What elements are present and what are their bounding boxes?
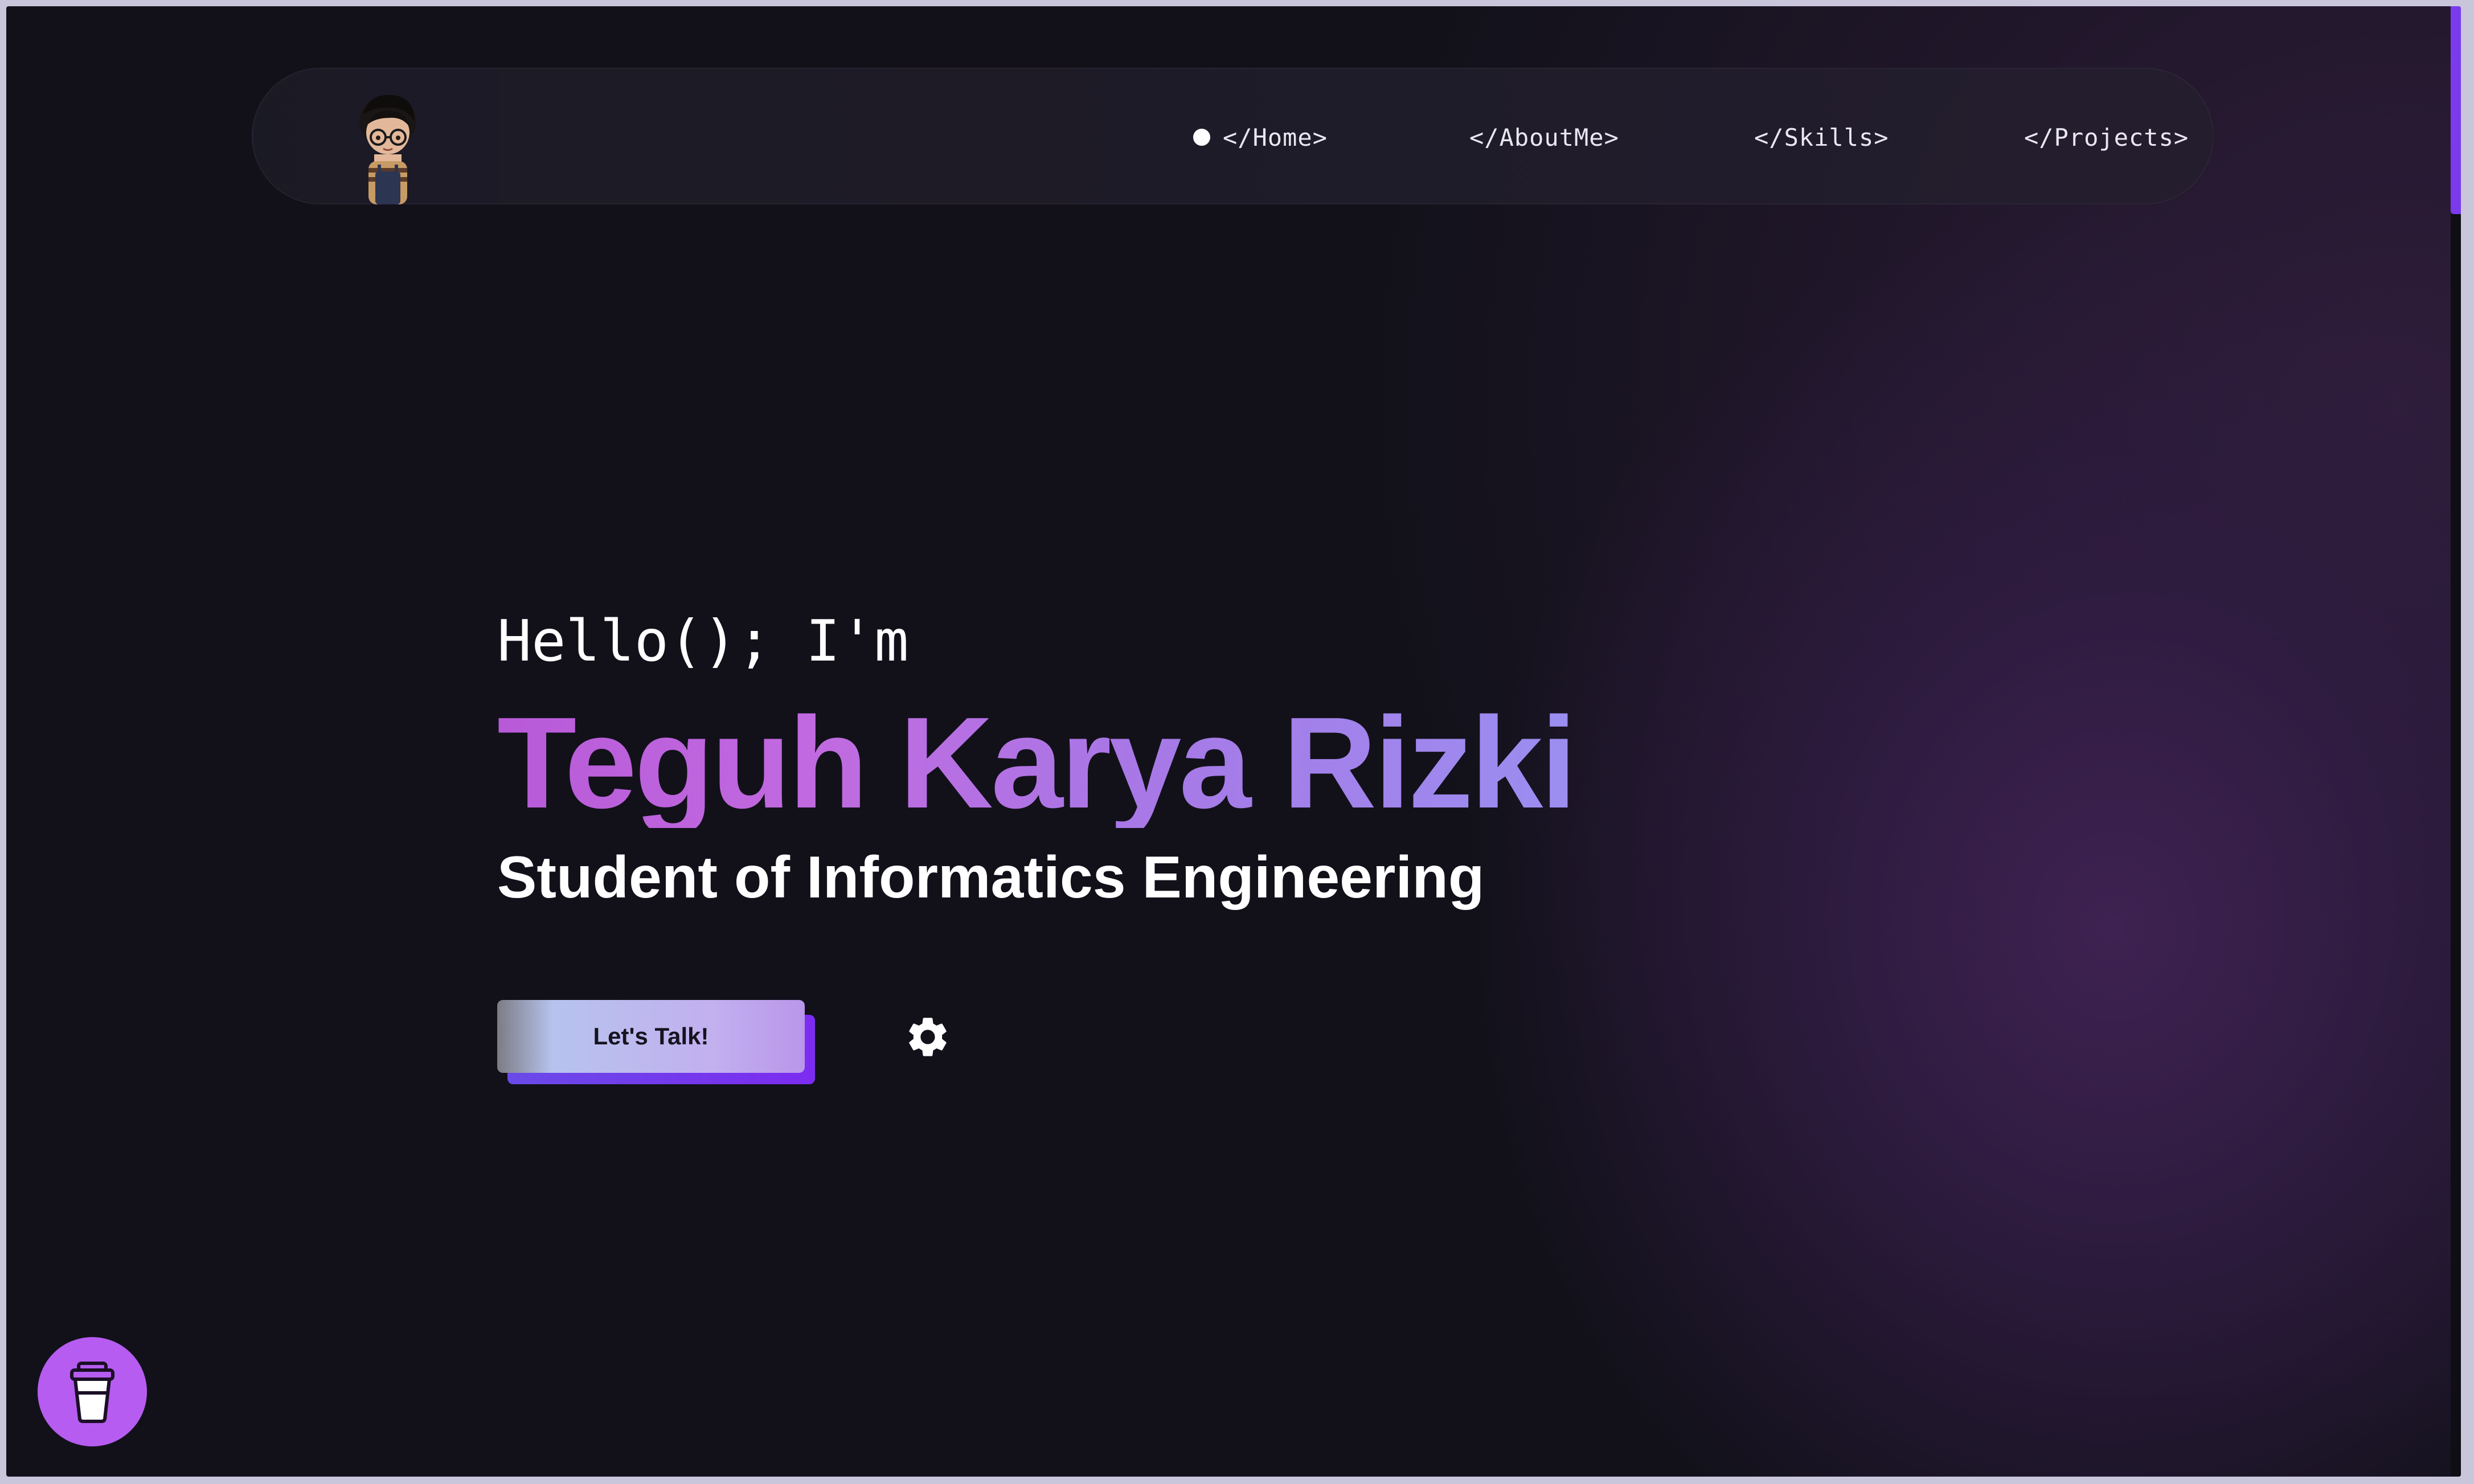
gear-icon[interactable]	[904, 1013, 952, 1061]
coffee-button[interactable]	[38, 1337, 147, 1446]
scrollbar-track[interactable]	[2451, 214, 2461, 1477]
scrollbar-thumb[interactable]	[2451, 6, 2461, 214]
page-frame: </Home> </AboutMe> </Skills> </Projects>…	[6, 6, 2461, 1477]
nav-item-projects-label: </Projects>	[2024, 123, 2189, 151]
avatar-icon[interactable]	[353, 92, 424, 204]
nav-item-skills-label: </Skills>	[1754, 123, 1889, 151]
hero-subtitle: Student of Informatics Engineering	[497, 845, 1485, 911]
nav-item-home[interactable]: </Home>	[1193, 69, 1328, 206]
navbar: </Home> </AboutMe> </Skills> </Projects>	[252, 68, 2214, 204]
coffee-cup-icon	[70, 1362, 114, 1423]
dot-icon	[1193, 129, 1210, 146]
nav-item-aboutme[interactable]: </AboutMe>	[1469, 69, 1619, 206]
nav-item-aboutme-label: </AboutMe>	[1469, 123, 1619, 151]
nav-item-skills[interactable]: </Skills>	[1754, 69, 1889, 206]
hero-name: Teguh Karya Rizki	[497, 691, 1577, 835]
lets-talk-button[interactable]: Let's Talk!	[497, 1000, 805, 1073]
hero-greeting: Hello(); I'm	[497, 608, 909, 674]
nav-item-projects[interactable]: </Projects>	[2024, 69, 2189, 206]
nav-item-home-label: </Home>	[1223, 123, 1328, 151]
